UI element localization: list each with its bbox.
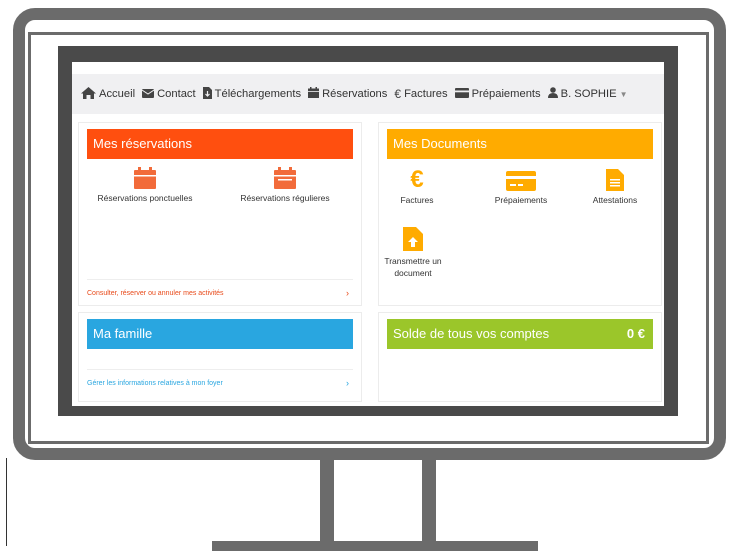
envelope-icon	[141, 87, 155, 101]
euro-icon: €	[410, 166, 424, 193]
tile-reservations-regulieres[interactable]: Réservations régulieres	[225, 167, 345, 203]
reservations-card: Mes réservations Réservations ponctuelle…	[78, 122, 362, 306]
credit-card-icon	[506, 171, 536, 191]
solde-card: Solde de tous vos comptes 0 €	[378, 312, 662, 402]
app-viewport: Accueil Contact Téléchargements Réservat…	[72, 62, 664, 406]
tile-factures-label: Factures	[400, 195, 434, 205]
document-icon	[606, 169, 624, 191]
nav-factures-label: Factures	[404, 88, 448, 100]
famille-title: Ma famille	[93, 326, 153, 341]
nav-accueil-label: Accueil	[99, 88, 136, 100]
calendar-icon	[134, 167, 156, 189]
nav-telechargements[interactable]: Téléchargements	[202, 86, 302, 102]
nav-user-menu[interactable]: B. SOPHIE ▼	[547, 87, 628, 101]
tile-reservations-ponctuelles-label: Réservations ponctuelles	[97, 193, 193, 203]
nav-contact-label: Contact	[157, 88, 196, 100]
reservations-footer-link[interactable]: Consulter, réserver ou annuler mes activ…	[87, 279, 353, 306]
tile-reservations-regulieres-label: Réservations régulieres	[240, 193, 330, 203]
top-navbar: Accueil Contact Téléchargements Réservat…	[72, 74, 664, 114]
tile-prepaiements[interactable]: Prépaiements	[471, 171, 571, 205]
documents-title: Mes Documents	[393, 136, 487, 151]
nav-reservations[interactable]: Réservations	[308, 87, 387, 101]
monitor-stand-base	[212, 541, 538, 551]
famille-header: Ma famille	[87, 319, 353, 349]
tile-prepaiements-label: Prépaiements	[494, 195, 548, 205]
reservations-title: Mes réservations	[93, 136, 192, 151]
solde-amount: 0 €	[626, 326, 645, 341]
tile-attestations-label: Attestations	[592, 195, 638, 205]
nav-factures[interactable]: € Factures	[394, 87, 447, 101]
documents-header: Mes Documents	[387, 129, 653, 159]
famille-footer-text: Gérer les informations relatives à mon f…	[87, 379, 223, 387]
reservations-header: Mes réservations	[87, 129, 353, 159]
home-icon	[81, 86, 96, 102]
famille-card: Ma famille Gérer les informations relati…	[78, 312, 362, 402]
chevron-right-icon: ›	[346, 288, 349, 298]
chevron-right-icon: ›	[346, 378, 349, 388]
upload-document-icon	[403, 227, 423, 251]
reservations-footer-text: Consulter, réserver ou annuler mes activ…	[87, 289, 224, 297]
nav-user-label: B. SOPHIE	[560, 88, 617, 100]
documents-card: Mes Documents € Factures Prépaiements At…	[378, 122, 662, 306]
nav-reservations-label: Réservations	[322, 88, 388, 100]
monitor-stand-left	[320, 460, 334, 544]
nav-prepaiements[interactable]: Prépaiements	[454, 87, 541, 101]
famille-footer-link[interactable]: Gérer les informations relatives à mon f…	[87, 369, 353, 396]
euro-icon: €	[394, 87, 402, 101]
tile-transmettre-label: Transmettre un document	[384, 256, 442, 278]
tile-factures[interactable]: € Factures	[367, 166, 467, 206]
nav-telechargements-label: Téléchargements	[214, 88, 302, 100]
tile-reservations-ponctuelles[interactable]: Réservations ponctuelles	[85, 167, 205, 203]
calendar-icon	[274, 167, 296, 189]
nav-accueil[interactable]: Accueil	[81, 86, 136, 102]
tile-transmettre-document[interactable]: Transmettre un document	[383, 227, 443, 279]
chevron-down-icon: ▼	[619, 89, 628, 99]
credit-card-icon	[454, 87, 469, 101]
solde-title: Solde de tous vos comptes	[393, 326, 550, 341]
page-edge-marker	[0, 458, 7, 546]
calendar-icon	[308, 87, 320, 101]
tile-attestations[interactable]: Attestations	[565, 169, 664, 205]
user-icon	[547, 87, 558, 101]
solde-header: Solde de tous vos comptes 0 €	[387, 319, 653, 349]
nav-prepaiements-label: Prépaiements	[471, 88, 541, 100]
file-download-icon	[202, 86, 212, 102]
monitor-stand-right	[422, 460, 436, 544]
nav-contact[interactable]: Contact	[141, 87, 196, 101]
